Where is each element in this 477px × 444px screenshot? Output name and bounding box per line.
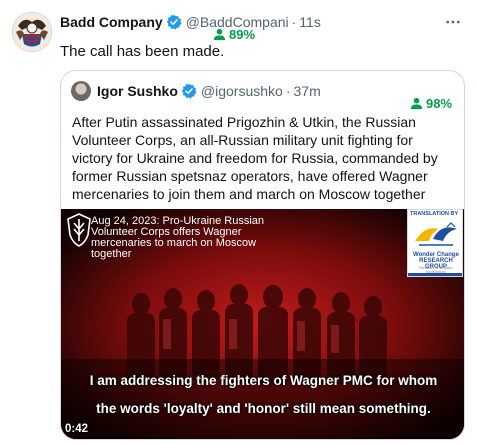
video-caption-line-1: I am addressing the fighters of Wagner P…	[89, 373, 438, 388]
quote-match-percent: 98%	[426, 96, 453, 111]
verified-badge-icon	[166, 14, 182, 30]
rvc-shield-icon	[67, 213, 91, 247]
tweet-header: Badd Company @BaddCompani · 11s	[60, 12, 465, 32]
match-percent: 89%	[229, 27, 256, 42]
separator: ·	[285, 83, 291, 99]
author-avatar[interactable]	[12, 12, 52, 52]
quote-header: Igor Sushko @igorsushko · 37m	[71, 81, 321, 101]
translation-bar	[408, 273, 462, 276]
video-duration: 0:42	[65, 423, 89, 435]
quoted-tweet[interactable]: Igor Sushko @igorsushko · 37m 98% After …	[60, 70, 465, 440]
match-badge: 89%	[213, 27, 255, 42]
video-caption-line-2: the words 'loyalty' and 'honor' still me…	[96, 401, 431, 416]
quote-time[interactable]: 37m	[294, 83, 321, 99]
tweet-time[interactable]: 11s	[299, 14, 321, 30]
video-player[interactable]: Aug 24, 2023: Pro-Ukraine Russian Volunt…	[61, 209, 464, 439]
quote-text: After Putin assassinated Prigozhin & Utk…	[72, 114, 438, 202]
author-name[interactable]: Badd Company	[60, 14, 163, 30]
person-icon	[410, 97, 423, 110]
quote-match-badge: 98%	[410, 96, 452, 111]
verified-badge-icon	[181, 83, 197, 99]
separator: ·	[291, 14, 297, 30]
translation-logo-icon	[415, 222, 457, 246]
quote-author-handle[interactable]: @igorsushko	[201, 83, 283, 99]
video-overlay-title: Aug 24, 2023: Pro-Ukraine Russian Volunt…	[91, 215, 265, 260]
translation-badge: TRANSLATION BY Wonder Change RESEARCH GR…	[407, 209, 463, 277]
translation-label: TRANSLATION BY	[410, 211, 459, 217]
tweet-text: The call has been made.	[60, 43, 225, 60]
quote-author-name[interactable]: Igor Sushko	[97, 83, 178, 99]
person-icon	[213, 28, 226, 41]
quote-author-avatar[interactable]	[71, 81, 91, 101]
more-icon[interactable]	[441, 10, 465, 34]
